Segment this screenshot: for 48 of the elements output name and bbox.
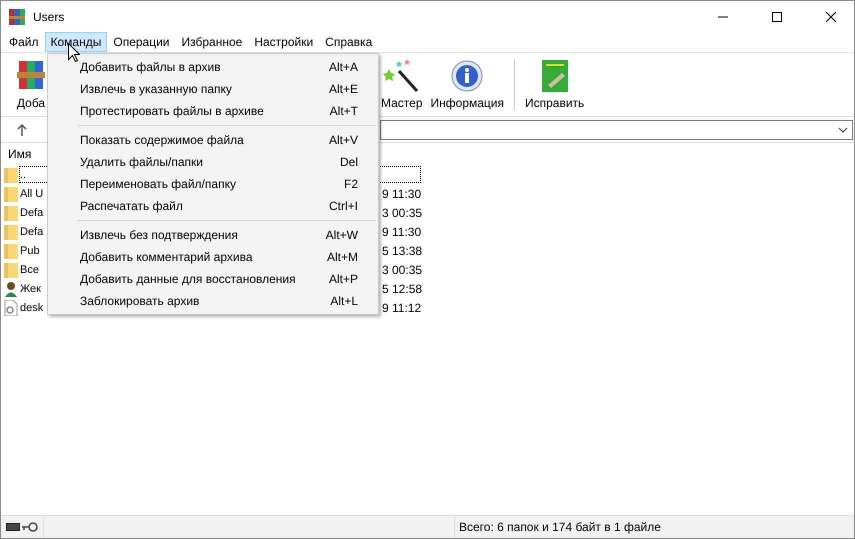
- app-logo-icon: [9, 8, 25, 24]
- toolbar-button[interactable]: Мастер: [377, 53, 427, 116]
- window-title: Users: [33, 10, 66, 24]
- folder-icon: [4, 242, 18, 258]
- menu-entry[interactable]: Протестировать файлы в архиве Alt+T: [48, 100, 378, 122]
- modified-date: 9 11:30: [382, 224, 422, 238]
- modified-date: 9 11:30: [382, 186, 422, 200]
- folder-icon: [4, 224, 18, 240]
- menu-item[interactable]: Файл: [3, 32, 45, 52]
- menu-entry[interactable]: Распечатать файл Ctrl+I: [48, 195, 378, 217]
- toolbar-button[interactable]: Исправить: [521, 53, 588, 116]
- folder-icon: [4, 204, 18, 220]
- menu-item[interactable]: Справка: [319, 32, 378, 52]
- magic-wand-icon: [382, 57, 421, 93]
- drive-icon: [6, 523, 20, 531]
- menu-entry[interactable]: Добавить данные для восстановления Alt+P: [48, 268, 378, 290]
- menu-item[interactable]: Настройки: [248, 32, 320, 52]
- modified-date: 9 11:12: [382, 300, 422, 314]
- menu-item[interactable]: Операции: [107, 32, 176, 52]
- menu-entry[interactable]: Показать содержимое файла Alt+V: [48, 129, 378, 151]
- up-arrow-icon: [17, 124, 27, 136]
- menu-entry[interactable]: Переименовать файл/папку F2: [48, 173, 378, 195]
- menu-entry[interactable]: Добавить комментарий архива Alt+M: [48, 246, 378, 268]
- menu-entry[interactable]: Извлечь в указанную папку Alt+E: [48, 78, 378, 100]
- modified-date: 3 00:35: [382, 262, 422, 276]
- close-icon: [826, 12, 836, 22]
- key-icon: [22, 522, 38, 532]
- folder-icon: [4, 262, 18, 278]
- menu-entry[interactable]: Добавить файлы в архив Alt+A: [48, 56, 378, 78]
- book-icon: [540, 59, 570, 93]
- modified-date: 3 00:35: [382, 206, 422, 220]
- path-dropdown[interactable]: [380, 120, 853, 140]
- folder-icon: [4, 186, 18, 202]
- info-icon: [450, 59, 484, 93]
- menu-item[interactable]: Избранное: [176, 32, 248, 52]
- settings-file-icon: [4, 300, 18, 316]
- folder-icon: [4, 166, 18, 182]
- user-icon: [4, 280, 18, 296]
- toolbar-button[interactable]: Информация: [426, 53, 508, 116]
- status-text: Всего: 6 папок и 174 байт в 1 файле: [454, 516, 661, 538]
- modified-date: 5 13:38: [382, 244, 422, 258]
- chevron-down-icon: [838, 126, 848, 132]
- menu-entry[interactable]: Извлечь без подтверждения Alt+W: [48, 224, 378, 246]
- menu-item[interactable]: Команды: [44, 32, 108, 52]
- maximize-icon: [772, 12, 782, 22]
- menu-entry[interactable]: Заблокировать архив Alt+L: [48, 290, 378, 312]
- modified-date: 5 12:58: [382, 282, 422, 296]
- menu-entry[interactable]: Удалить файлы/папки Del: [48, 151, 378, 173]
